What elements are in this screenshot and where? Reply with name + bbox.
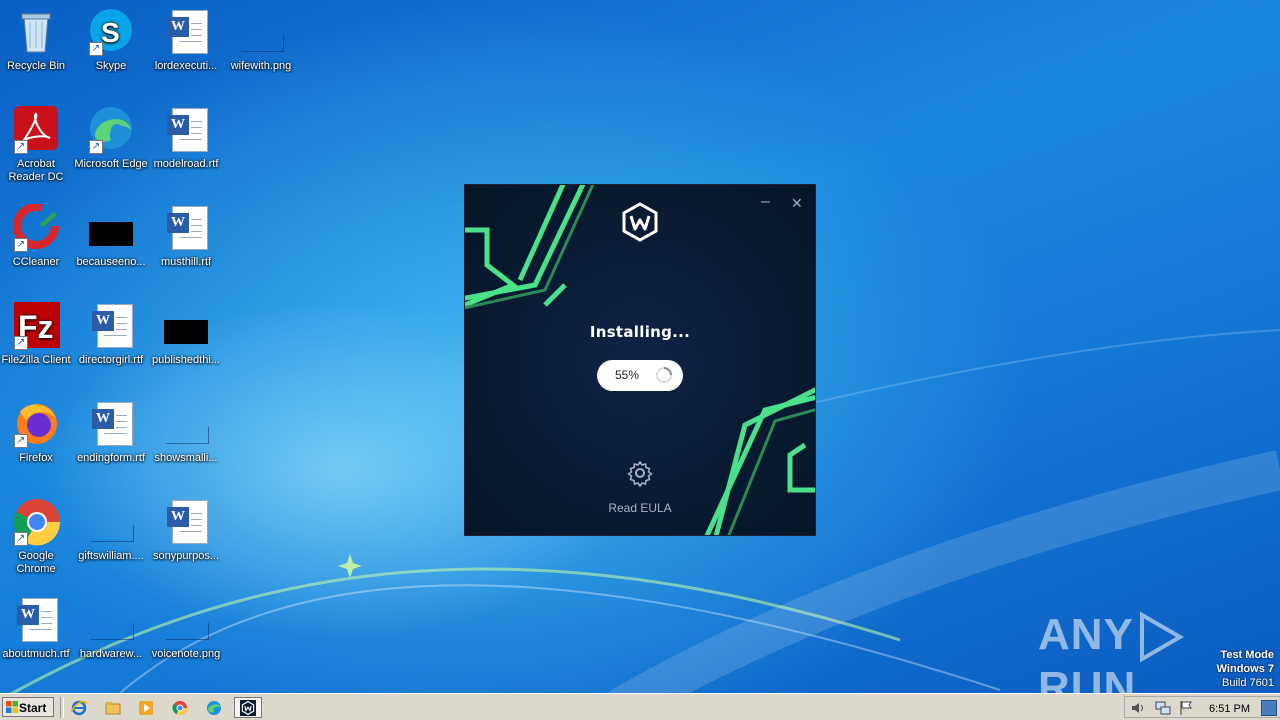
firefox-icon: ↗: [12, 400, 60, 448]
start-button[interactable]: Start: [2, 697, 54, 717]
progress-indicator: 55%: [597, 360, 683, 391]
desktop-icon-skype[interactable]: S ↗ Skype: [73, 8, 149, 73]
word-document-icon: W: [162, 8, 210, 56]
black-file-icon: [162, 302, 210, 350]
desktop-icon-voicenote[interactable]: voicenote.png: [148, 596, 224, 661]
test-mode-notice: Test Mode Windows 7 Build 7601: [1217, 648, 1274, 690]
desktop-icon-becauseeno[interactable]: becauseeno...: [73, 204, 149, 269]
word-document-icon: W: [162, 106, 210, 154]
image-file-icon: [87, 596, 135, 644]
word-document-icon: W: [12, 596, 60, 644]
filezilla-icon: Fz ↗: [12, 302, 60, 350]
desktop-icon-chrome[interactable]: ↗ Google Chrome: [0, 498, 74, 576]
word-document-icon: W: [162, 498, 210, 546]
image-file-icon: [87, 498, 135, 546]
desktop-icon-musthill[interactable]: W musthill.rtf: [148, 204, 224, 269]
ccleaner-icon: ↗: [12, 203, 60, 252]
desktop-icon-directorgirl[interactable]: W directorgirl.rtf: [73, 302, 149, 367]
settings-gear-icon[interactable]: [626, 459, 654, 487]
black-file-icon: [87, 204, 135, 252]
play-triangle-icon: [1139, 611, 1184, 663]
taskbar-separator: [60, 697, 64, 718]
explorer-icon[interactable]: [102, 697, 124, 718]
taskbar-clock[interactable]: 6:51 PM: [1209, 703, 1250, 715]
desktop-icon-lordexecuti[interactable]: W lordexecuti...: [148, 8, 224, 73]
desktop-icon-filezilla[interactable]: Fz ↗ FileZilla Client: [0, 302, 74, 367]
install-status-title: Installing...: [589, 323, 691, 341]
test-mode-label: Test Mode: [1220, 649, 1274, 661]
system-tray: 6:51 PM: [1124, 696, 1280, 718]
image-file-icon: [162, 596, 210, 644]
os-label: Windows 7: [1216, 663, 1274, 675]
desktop-icon-modelroad[interactable]: W modelroad.rtf: [148, 106, 224, 171]
recycle-bin-icon: [12, 8, 60, 56]
taskbar: Start 6:51 PM: [0, 693, 1280, 720]
desktop-icon-firefox[interactable]: ↗ Firefox: [0, 400, 74, 465]
windows-flag-icon: [6, 701, 18, 713]
start-label: Start: [19, 701, 47, 715]
chrome-taskbar-icon[interactable]: [169, 697, 191, 718]
windscribe-logo-icon: [622, 202, 658, 242]
speaker-icon[interactable]: [1131, 701, 1145, 715]
desktop-icon-giftswilliam[interactable]: giftswilliam....: [73, 498, 149, 563]
edge-icon: ↗: [87, 106, 135, 154]
desktop-icon-publishedthi[interactable]: publishedthi...: [148, 302, 224, 367]
action-center-flag-icon[interactable]: [1179, 700, 1193, 716]
chrome-icon: ↗: [12, 498, 61, 546]
close-button[interactable]: ✕: [791, 195, 803, 212]
desktop-icon-endingform[interactable]: W endingform.rtf: [73, 400, 149, 465]
image-file-icon: [162, 400, 210, 448]
desktop-icon-acrobat[interactable]: ↗ Acrobat Reader DC: [0, 106, 74, 184]
minimize-button[interactable]: –: [761, 193, 770, 211]
desktop-icon-showsmalli[interactable]: showsmalli...: [148, 400, 224, 465]
word-document-icon: W: [87, 400, 135, 448]
desktop-icon-hardwarew[interactable]: hardwarew...: [73, 596, 149, 661]
desktop-icon-recycle-bin[interactable]: Recycle Bin: [0, 8, 74, 73]
svg-text:S: S: [101, 17, 120, 48]
network-icon[interactable]: [1155, 700, 1171, 716]
desktop-icon-wifewith[interactable]: wifewith.png: [223, 8, 299, 73]
image-file-icon: [237, 8, 285, 56]
desktop-icon-aboutmuch[interactable]: W aboutmuch.rtf: [0, 596, 74, 661]
word-document-icon: W: [87, 302, 135, 350]
show-desktop-button[interactable]: [1261, 700, 1277, 716]
desktop-icon-edge[interactable]: ↗ Microsoft Edge: [73, 106, 149, 171]
read-eula-link[interactable]: Read EULA: [465, 501, 815, 515]
edge-taskbar-icon[interactable]: [203, 697, 225, 718]
installer-window[interactable]: – ✕ Installing... 55% Read EULA: [465, 185, 815, 535]
skype-icon: S ↗: [87, 8, 135, 56]
desktop-icon-ccleaner[interactable]: ↗ CCleaner: [0, 203, 74, 269]
internet-explorer-icon[interactable]: [68, 697, 90, 718]
build-label: Build 7601: [1222, 677, 1274, 689]
watermark-brand-left: ANY: [1038, 610, 1134, 659]
acrobat-reader-icon: ↗: [12, 106, 60, 154]
progress-percent: 55%: [615, 368, 640, 382]
desktop-icon-sonypurpos[interactable]: W sonypurpos...: [148, 498, 224, 563]
media-player-icon[interactable]: [135, 697, 157, 718]
installer-taskbar-icon[interactable]: [234, 697, 262, 718]
word-document-icon: W: [162, 204, 210, 252]
spinner-icon: [656, 367, 672, 383]
